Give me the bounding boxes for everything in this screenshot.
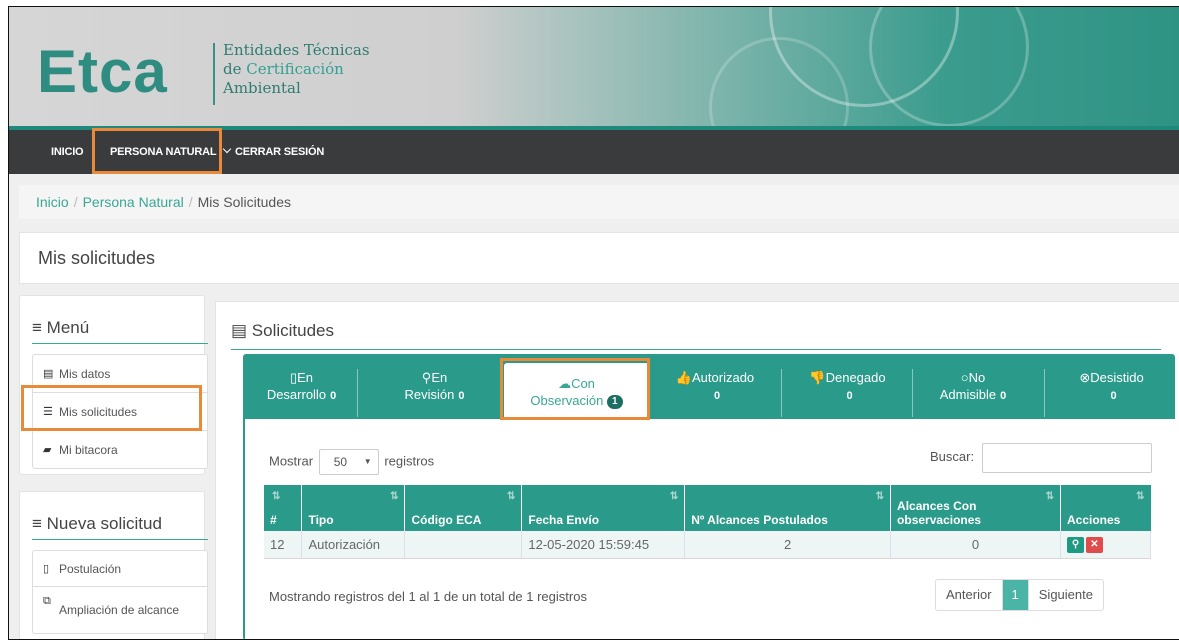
hamburger-icon: ≡ — [32, 514, 42, 533]
search-label: Buscar: — [930, 449, 975, 464]
cell-postulados: 2 — [684, 531, 892, 559]
column-header-postulados[interactable]: ⇅ Nº Alcances Postulados — [684, 485, 892, 531]
requests-table: ⇅ # ⇅ Tipo ⇅ Código ECA ⇅ Fecha Envío ⇅ Nº Al… — [264, 485, 1152, 559]
nav-inicio[interactable]: INICIO — [51, 130, 84, 174]
page-title: Mis solicitudes — [19, 232, 1179, 284]
delete-icon[interactable]: ✕ — [1085, 536, 1103, 553]
pagination-next[interactable]: Siguiente — [1029, 580, 1103, 610]
tab-content: Mostrar 50 ▼ registros Buscar: ⇅ # ⇅ Tipo ⇅… — [245, 419, 1175, 639]
file-text-icon: ▤ — [231, 321, 248, 340]
thumbs-down-icon: 👎 — [809, 370, 826, 385]
cell-fecha: 12-05-2020 15:59:45 — [521, 531, 686, 559]
column-header-codigo[interactable]: ⇅ Código ECA — [404, 485, 523, 531]
column-header-fecha[interactable]: ⇅ Fecha Envío — [521, 485, 686, 531]
sidebar-item-mi-bitacora[interactable]: ▰ Mi bitacora — [33, 431, 207, 468]
tab-autorizado[interactable]: 👍Autorizado 0 — [660, 369, 770, 405]
section-title: ▤ Solicitudes — [231, 321, 1161, 350]
logo-divider — [213, 43, 215, 105]
tab-desistido[interactable]: ⊗Desistido 0 — [1054, 369, 1169, 405]
book-icon: ▰ — [43, 444, 52, 456]
column-header-id[interactable]: ⇅ # — [264, 485, 303, 531]
times-circle-icon: ⊗ — [1079, 370, 1091, 385]
decorative-leaf — [869, 7, 1029, 127]
status-tabs: ▯En Desarrollo 0 ⚲En Revisión 0 ☁Con Obser… — [243, 354, 1175, 639]
tab-en-desarrollo[interactable]: ▯En Desarrollo 0 — [254, 369, 349, 405]
table-row: 12 Autorización 12-05-2020 15:59:45 2 0 … — [264, 531, 1152, 559]
tab-bar: ▯En Desarrollo 0 ⚲En Revisión 0 ☁Con Obser… — [244, 355, 1174, 419]
chevron-down-icon — [222, 144, 232, 154]
nav-cerrar-sesion[interactable]: CERRAR SESIÓN — [235, 130, 324, 174]
page-length-select[interactable]: 50 ▼ — [318, 449, 379, 475]
app-frame: Etca Entidades Técnicas de Certificación… — [8, 6, 1179, 640]
id-card-icon: ▤ — [43, 368, 54, 380]
logo[interactable]: Etca — [37, 37, 168, 106]
view-icon[interactable]: ⚲ — [1066, 536, 1084, 553]
circle-icon: ○ — [960, 370, 969, 385]
tab-en-revision[interactable]: ⚲En Revisión 0 — [387, 369, 482, 405]
search-icon: ⚲ — [421, 370, 432, 385]
column-header-tipo[interactable]: ⇅ Tipo — [301, 485, 406, 531]
hamburger-icon: ≡ — [32, 318, 42, 337]
sidebar-new-card: ≡ Nueva solicitud ▯ Postulación ⧉ Ampliaci… — [19, 491, 208, 639]
thumbs-up-icon: 👍 — [675, 370, 693, 385]
breadcrumb-persona-natural[interactable]: Persona Natural — [83, 194, 184, 210]
search-input[interactable] — [982, 443, 1152, 473]
table-info: Mostrando registros del 1 al 1 de un tot… — [269, 589, 587, 604]
new-request-list: ▯ Postulación ⧉ Ampliación de alcance — [32, 550, 208, 634]
caret-down-icon: ▼ — [363, 457, 372, 466]
pagination: Anterior 1 Siguiente — [935, 579, 1104, 611]
sidebar-item-ampliacion[interactable]: ⧉ Ampliación de alcance — [33, 587, 207, 633]
header-banner: Etca Entidades Técnicas de Certificación… — [9, 7, 1179, 130]
new-request-heading: ≡ Nueva solicitud — [32, 514, 208, 540]
sidebar-item-postulacion[interactable]: ▯ Postulación — [33, 551, 207, 587]
page-length-control: Mostrar 50 ▼ registros — [269, 449, 434, 475]
highlight-box — [500, 358, 650, 420]
tab-denegado[interactable]: 👎Denegado 0 — [790, 369, 905, 405]
file-icon: ▯ — [43, 563, 50, 575]
cell-acciones: ⚲ ✕ — [1060, 531, 1152, 559]
pagination-page-1[interactable]: 1 — [1002, 580, 1029, 610]
column-header-acciones[interactable]: ⇅ Acciones — [1060, 485, 1151, 531]
highlight-box — [21, 385, 202, 431]
menu-heading: ≡ Menú — [32, 318, 208, 344]
cell-tipo: Autorización — [301, 531, 406, 559]
tab-no-admisible[interactable]: ○No Admisible 0 — [918, 369, 1028, 405]
breadcrumb: Inicio / Persona Natural / Mis Solicitudes — [19, 185, 1179, 219]
cell-codigo — [404, 531, 523, 559]
logo-subtitle: Entidades Técnicas de Certificación Ambi… — [223, 41, 370, 97]
cell-observaciones: 0 — [890, 531, 1061, 559]
column-header-observaciones[interactable]: ⇅ Alcances Con observaciones — [890, 485, 1061, 531]
breadcrumb-inicio[interactable]: Inicio — [36, 194, 69, 210]
copy-icon: ⧉ — [43, 595, 51, 607]
highlight-box — [92, 128, 222, 174]
cell-id: 12 — [264, 531, 303, 559]
breadcrumb-current: Mis Solicitudes — [197, 194, 292, 210]
pagination-prev[interactable]: Anterior — [936, 580, 1003, 610]
